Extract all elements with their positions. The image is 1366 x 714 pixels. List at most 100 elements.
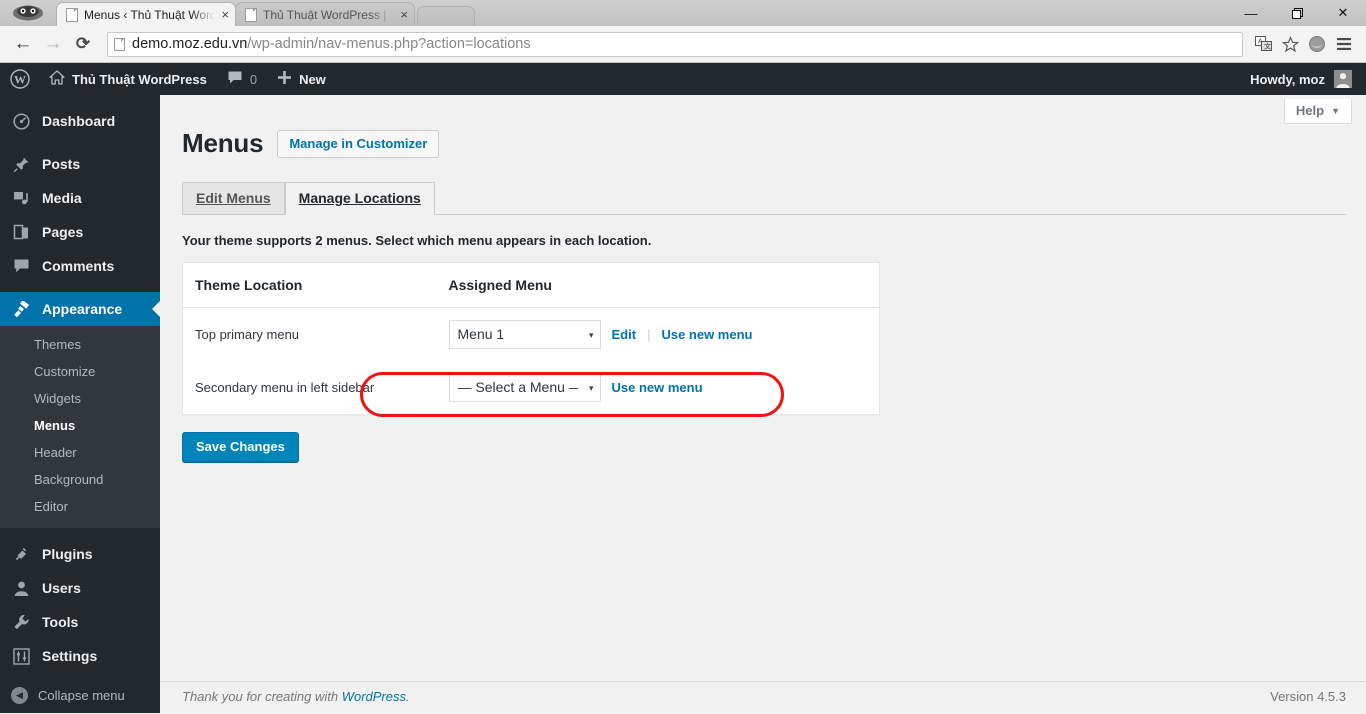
forward-icon[interactable]: →: [39, 30, 67, 58]
new-tab-button[interactable]: [417, 6, 475, 26]
location-name-secondary: Secondary menu in left sidebar: [195, 380, 375, 395]
locations-description: Your theme supports 2 menus. Select whic…: [182, 233, 652, 248]
column-header-assigned-menu: Assigned Menu: [436, 262, 880, 308]
sidebar-item-settings[interactable]: Settings: [0, 639, 160, 673]
submenu-item-themes[interactable]: Themes: [0, 331, 160, 358]
use-new-menu-link[interactable]: Use new menu: [612, 380, 703, 395]
comment-icon: [227, 70, 243, 88]
sidebar-item-appearance[interactable]: Appearance: [0, 292, 160, 326]
browser-tab-title: Thủ Thuật WordPress | Jus: [263, 7, 395, 22]
url-path: /wp-admin/nav-menus.php?action=locations: [247, 36, 531, 52]
comments-bubble[interactable]: 0: [217, 63, 267, 95]
menu-select-secondary[interactable]: — Select a Menu —: [448, 373, 601, 402]
tab-close-icon[interactable]: ×: [221, 8, 229, 21]
help-tab-button[interactable]: Help ▼: [1283, 99, 1352, 124]
wp-admin-bar: W Thủ Thuật WordPress 0 New Howdy, moz: [0, 63, 1366, 95]
page-favicon-icon: [66, 7, 78, 22]
sidebar-item-pages[interactable]: Pages: [0, 215, 160, 249]
browser-tab-inactive[interactable]: Thủ Thuật WordPress | Jus ×: [235, 2, 415, 26]
submenu-item-background[interactable]: Background: [0, 466, 160, 493]
nav-tab-wrapper: Edit Menus Manage Locations: [182, 182, 1346, 215]
table-head: Theme Location Assigned Menu: [182, 262, 880, 308]
submenu-item-header[interactable]: Header: [0, 439, 160, 466]
tab-manage-locations[interactable]: Manage Locations: [284, 182, 435, 215]
browser-tabstrip: Menus ‹ Thủ Thuật WordP × Thủ Thuật Word…: [0, 0, 1366, 26]
close-button[interactable]: ✕: [1320, 0, 1366, 26]
sidebar-item-comments[interactable]: Comments: [0, 249, 160, 283]
sidebar-item-label: Pages: [42, 224, 84, 240]
manage-in-customizer-button[interactable]: Manage in Customizer: [277, 129, 440, 158]
menu-select-top-primary[interactable]: Menu 1: [448, 320, 601, 349]
media-icon: [11, 190, 31, 207]
submenu-item-editor[interactable]: Editor: [0, 493, 160, 520]
wordpress-logo-icon[interactable]: W: [0, 63, 39, 95]
use-new-menu-link[interactable]: Use new menu: [661, 327, 752, 342]
link-divider: |: [647, 327, 651, 342]
translate-icon[interactable]: A 文: [1250, 31, 1276, 57]
url-host: demo.moz.edu.vn: [132, 36, 248, 52]
site-name-menu[interactable]: Thủ Thuật WordPress: [39, 63, 217, 95]
appearance-submenu: Themes Customize Widgets Menus Header Ba…: [0, 326, 160, 528]
browser-toolbar: ← → ⟳ demo.moz.edu.vn/wp-admin/nav-menus…: [0, 26, 1366, 63]
browser-tab-title: Menus ‹ Thủ Thuật WordP: [84, 7, 216, 22]
sidebar-item-posts[interactable]: Posts: [0, 147, 160, 181]
menu-select-wrapper: — Select a Menu — ▾: [448, 373, 601, 402]
reload-icon[interactable]: ⟳: [69, 30, 97, 58]
menu-locations-table: Theme Location Assigned Menu Top primary…: [182, 262, 880, 415]
page-title: Menus: [182, 128, 264, 158]
assigned-menu-cell-top-primary: Menu 1 ▾ Edit | Use new menu: [437, 308, 880, 362]
edit-menu-link[interactable]: Edit: [612, 327, 637, 342]
page-header: Menus Manage in Customizer: [182, 128, 1346, 159]
assigned-menu-controls: — Select a Menu — ▾ Use new menu: [448, 373, 870, 402]
paintbrush-icon: [11, 300, 31, 318]
page-info-icon: [114, 37, 125, 51]
wordpress-link[interactable]: WordPress: [342, 689, 406, 704]
window-controls: — ✕: [1228, 0, 1366, 26]
wrench-icon: [11, 614, 31, 631]
wp-version: Version 4.5.3: [1270, 689, 1346, 704]
sidebar-item-tools[interactable]: Tools: [0, 605, 160, 639]
sidebar-item-label: Comments: [42, 258, 115, 274]
screen-meta-links: Help ▼: [160, 95, 1366, 124]
user-icon: [11, 580, 31, 597]
chevron-left-icon: ◀: [11, 686, 28, 704]
address-bar[interactable]: demo.moz.edu.vn/wp-admin/nav-menus.php?a…: [107, 31, 1243, 57]
back-icon[interactable]: ←: [9, 30, 37, 58]
tab-edit-menus[interactable]: Edit Menus: [182, 182, 285, 214]
plus-icon: [277, 70, 292, 88]
browser-chrome: Menus ‹ Thủ Thuật WordP × Thủ Thuật Word…: [0, 0, 1366, 63]
browser-menu-icon[interactable]: [1331, 31, 1357, 57]
sidebar-item-label: Dashboard: [42, 113, 116, 129]
admin-footer: Thank you for creating with WordPress. V…: [160, 681, 1366, 713]
sidebar-item-plugins[interactable]: Plugins: [0, 537, 160, 571]
sidebar-item-users[interactable]: Users: [0, 571, 160, 605]
save-changes-button[interactable]: Save Changes: [182, 432, 299, 462]
submenu-item-customize[interactable]: Customize: [0, 358, 160, 385]
sidebar-item-dashboard[interactable]: Dashboard: [0, 104, 160, 138]
bookmark-star-icon[interactable]: [1277, 31, 1303, 57]
restore-button[interactable]: [1274, 0, 1320, 26]
pages-icon: [11, 224, 31, 241]
home-icon: [49, 70, 65, 88]
tab-close-icon[interactable]: ×: [400, 8, 408, 21]
profile-icon[interactable]: [1304, 31, 1330, 57]
submenu-item-widgets[interactable]: Widgets: [0, 385, 160, 412]
table-header-row: Theme Location Assigned Menu: [182, 262, 880, 308]
admin-sidebar: Dashboard Posts Media Pages Comments App…: [0, 95, 160, 713]
collapse-menu-button[interactable]: ◀ Collapse menu: [0, 677, 160, 713]
comment-icon: [11, 258, 31, 274]
minimize-button[interactable]: —: [1228, 0, 1274, 26]
sidebar-item-label: Users: [42, 580, 81, 596]
table-row: Top primary menu Menu 1 ▾ Edit | Use new…: [183, 308, 880, 362]
submenu-item-menus[interactable]: Menus: [0, 412, 160, 439]
browser-tab-active[interactable]: Menus ‹ Thủ Thuật WordP ×: [56, 2, 236, 26]
new-content-menu[interactable]: New: [267, 63, 336, 95]
comment-count: 0: [249, 71, 258, 87]
site-name-label: Thủ Thuật WordPress: [72, 71, 207, 87]
account-menu[interactable]: Howdy, moz: [1250, 70, 1366, 88]
sidebar-item-media[interactable]: Media: [0, 181, 160, 215]
howdy-label: Howdy, moz: [1250, 71, 1325, 87]
admin-main-content: Help ▼ Menus Manage in Customizer Edit M…: [160, 95, 1366, 713]
